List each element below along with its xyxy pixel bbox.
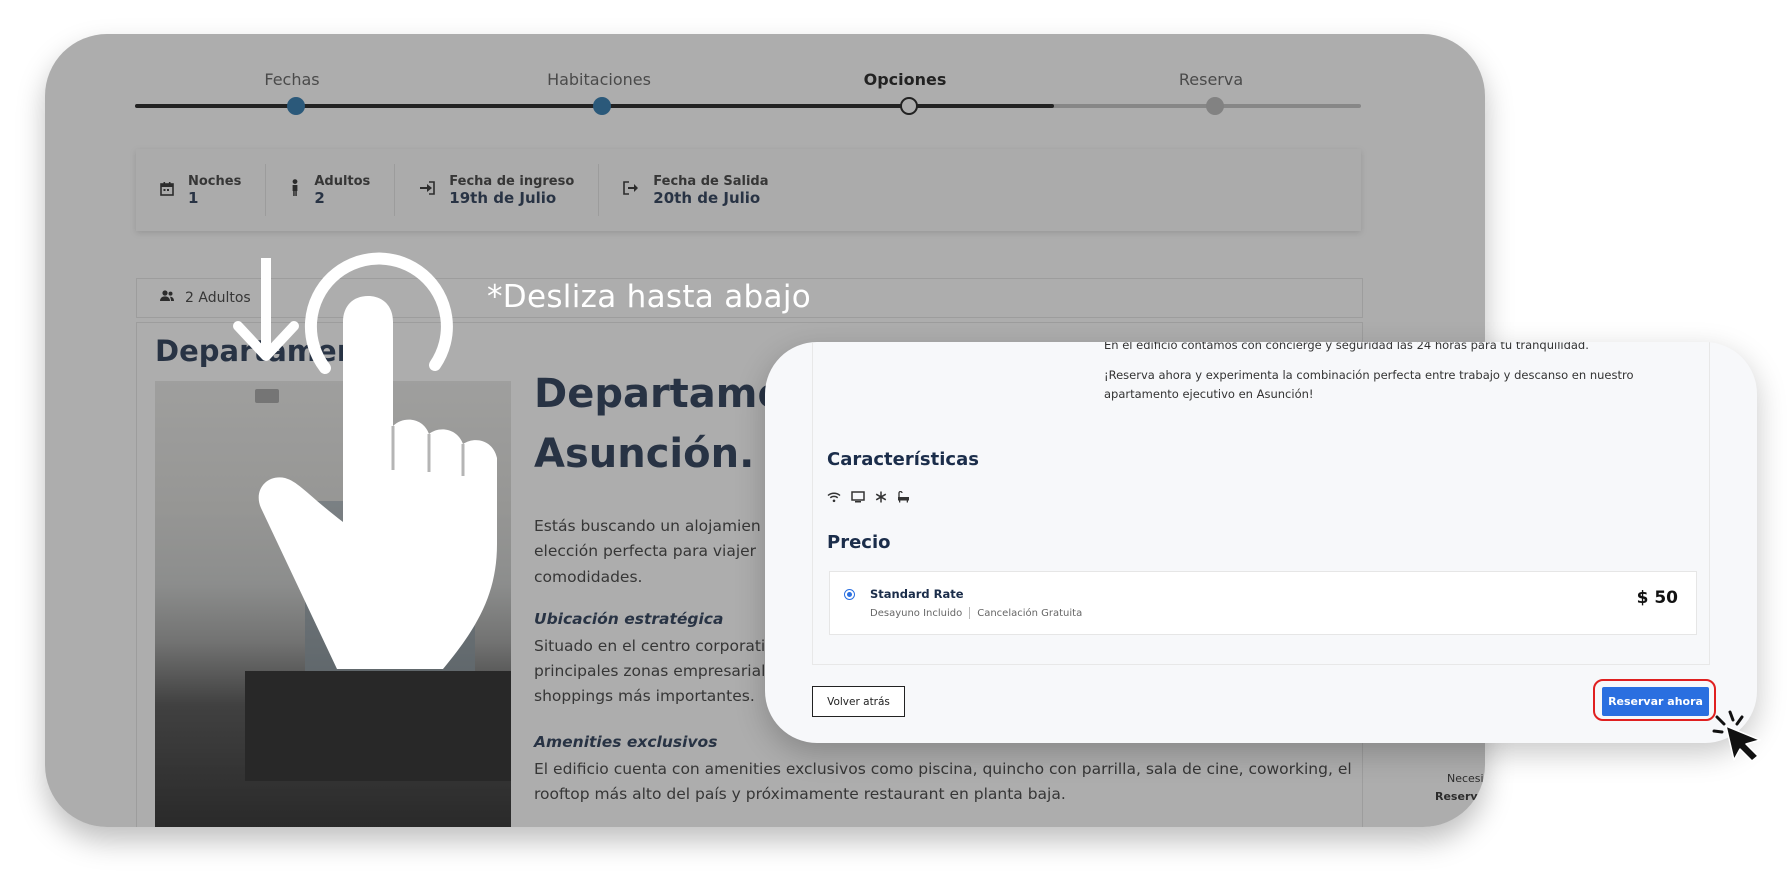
summary-adultos: Adultos 2 bbox=[266, 164, 396, 216]
rate-name: Standard Rate bbox=[870, 587, 964, 601]
rate-breakfast: Desayuno Incluido bbox=[870, 607, 963, 619]
side-note-need: Necesi bbox=[1447, 772, 1484, 785]
rate-radio[interactable] bbox=[844, 589, 855, 600]
booking-summary-bar: Noches 1 Adultos 2 Fecha de ingreso 19th… bbox=[136, 149, 1361, 231]
swipe-hand-icon bbox=[233, 252, 497, 669]
step-reserva-dot[interactable] bbox=[1206, 97, 1224, 115]
step-opciones-label[interactable]: Opciones bbox=[864, 70, 947, 89]
description-cut-line: En el edificio contamos con concierge y … bbox=[1104, 342, 1589, 352]
person-icon bbox=[290, 179, 300, 201]
step-opciones-dot[interactable] bbox=[900, 97, 918, 115]
adultos-value: 2 bbox=[314, 188, 325, 207]
description-paragraph: ¡Reserva ahora y experimenta la combinac… bbox=[1104, 368, 1634, 401]
ingreso-value: 19th de Julio bbox=[449, 188, 557, 207]
noches-value: 1 bbox=[188, 188, 199, 207]
ingreso-label: Fecha de ingreso bbox=[449, 173, 575, 189]
salida-value: 20th de Julio bbox=[653, 188, 761, 207]
features-heading: Características bbox=[827, 449, 979, 470]
snowflake-icon bbox=[875, 491, 887, 506]
side-note-reserve: Reservá bbox=[1435, 790, 1485, 803]
step-habitaciones-dot[interactable] bbox=[593, 97, 611, 115]
noches-label: Noches bbox=[188, 173, 242, 189]
location-line-3: shoppings más importantes. bbox=[534, 687, 755, 705]
sign-out-icon bbox=[623, 181, 639, 199]
users-icon bbox=[159, 290, 175, 306]
rate-cancellation: Cancelación Gratuita bbox=[977, 607, 1083, 619]
price-heading: Precio bbox=[827, 532, 891, 553]
calendar-icon bbox=[160, 181, 174, 200]
book-now-button[interactable]: Reservar ahora bbox=[1602, 687, 1709, 716]
bath-icon bbox=[897, 490, 910, 506]
salida-label: Fecha de Salida bbox=[653, 173, 769, 189]
summary-noches: Noches 1 bbox=[136, 164, 267, 216]
listing-intro-line-1: Estás buscando un alojamien bbox=[534, 517, 761, 535]
rate-conditions: Desayuno Incluido Cancelación Gratuita bbox=[870, 607, 1082, 619]
sign-in-icon bbox=[419, 181, 436, 199]
amenities-line-2: rooftop más alto del país y próximamente… bbox=[534, 785, 1066, 803]
rate-price: $ 50 bbox=[1636, 588, 1678, 608]
tv-icon bbox=[851, 491, 865, 506]
adultos-label: Adultos bbox=[314, 173, 371, 189]
step-habitaciones-label[interactable]: Habitaciones bbox=[547, 70, 651, 89]
booking-options-popup: En el edificio contamos con concierge y … bbox=[765, 342, 1757, 743]
summary-fecha-ingreso: Fecha de ingreso 19th de Julio bbox=[395, 164, 600, 216]
amenities-line-1: El edificio cuenta con amenities exclusi… bbox=[534, 760, 1352, 778]
back-button[interactable]: Volver atrás bbox=[812, 686, 905, 717]
wifi-icon bbox=[827, 491, 841, 506]
click-cursor-icon bbox=[1712, 710, 1761, 762]
summary-fecha-salida: Fecha de Salida 20th de Julio bbox=[599, 164, 792, 216]
step-fechas-dot[interactable] bbox=[287, 97, 305, 115]
location-line-2: principales zonas empresariale bbox=[534, 662, 775, 680]
listing-intro-line-2: elección perfecta para viajer bbox=[534, 542, 757, 560]
step-fechas-label[interactable]: Fechas bbox=[264, 70, 319, 89]
rate-option-standard[interactable]: Standard Rate Desayuno Incluido Cancelac… bbox=[829, 571, 1697, 635]
amenities-heading: Amenities exclusivos bbox=[534, 733, 718, 751]
features-icon-row bbox=[827, 490, 910, 506]
location-line-1: Situado en el centro corporativ bbox=[534, 637, 775, 655]
step-reserva-label[interactable]: Reserva bbox=[1179, 70, 1243, 89]
booking-stepper: Fechas Habitaciones Opciones Reserva bbox=[135, 34, 1361, 124]
